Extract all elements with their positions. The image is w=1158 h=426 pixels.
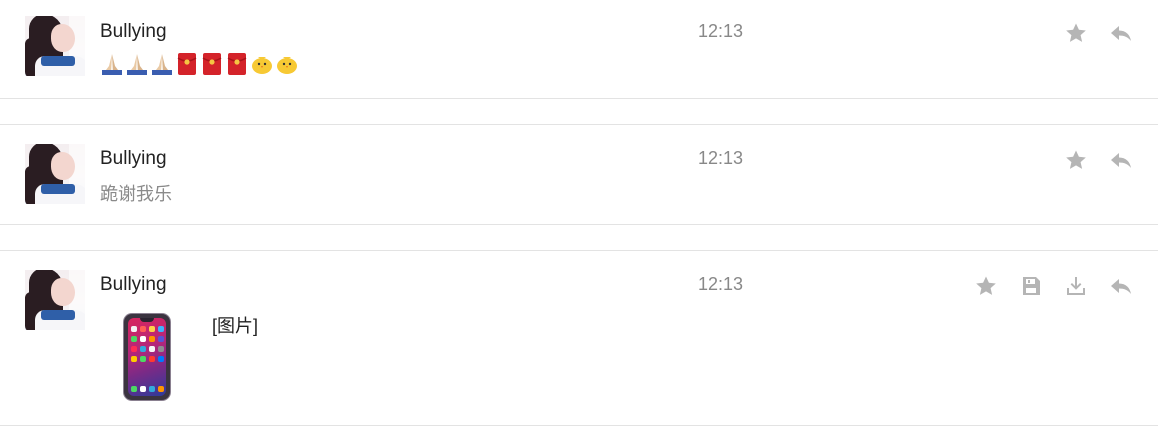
message-item: Bullying 12:13 跪谢我乐 [0,124,1158,224]
dock-icon [131,386,137,392]
save-icon [1023,277,1040,295]
avatar-collar [41,184,75,194]
download-button[interactable] [1064,274,1088,298]
star-button[interactable] [1064,21,1088,45]
reply-icon [1111,26,1131,41]
app-icon [131,336,137,342]
phone-screen [128,318,166,396]
reply-icon [1111,279,1131,294]
sender-name[interactable]: Bullying [100,21,167,43]
app-icon [158,336,164,342]
app-icon [131,346,137,352]
avatar-face [51,152,75,180]
app-icon [149,346,155,352]
avatar[interactable] [25,16,85,76]
sender-name[interactable]: Bullying [100,148,167,170]
app-icon [131,356,137,362]
message-actions [1064,21,1133,45]
chick-emoji-icon [277,57,297,74]
app-icon [158,356,164,362]
reply-icon [1111,153,1131,168]
app-icon [149,326,155,332]
star-button[interactable] [1064,148,1088,172]
image-thumbnail[interactable] [124,314,170,400]
reply-button[interactable] [1109,21,1133,45]
app-icon [158,346,164,352]
avatar-face [51,24,75,52]
avatar[interactable] [25,144,85,204]
avatar-face [51,278,75,306]
chick-emoji-icon [252,57,272,74]
red-envelope-emoji-icon [202,53,222,75]
star-button[interactable] [974,274,998,298]
save-button[interactable] [1019,274,1043,298]
star-icon [1066,150,1086,169]
app-icon [140,346,146,352]
message-actions [1064,148,1133,172]
sender-name[interactable]: Bullying [100,274,167,296]
avatar-collar [41,310,75,320]
message-time: 12:13 [698,274,744,294]
message-item: Bullying 12:13 [0,0,1158,98]
red-envelope-emoji-icon [177,53,197,75]
star-icon [976,276,996,295]
app-icon [149,356,155,362]
app-icon [131,326,137,332]
app-icon [149,336,155,342]
image-label: [图片] [212,316,259,336]
app-icon [140,326,146,332]
phone-notch [140,318,154,322]
dock-icon [158,386,164,392]
app-icon [140,356,146,362]
reply-button[interactable] [1109,148,1133,172]
pray-emoji-icon [102,54,122,75]
reply-button[interactable] [1109,274,1133,298]
app-icon [158,326,164,332]
message-time: 12:13 [698,21,744,41]
red-envelope-emoji-icon [227,53,247,75]
message-time: 12:13 [698,148,744,168]
message-text: 跪谢我乐 [100,184,172,204]
message-item: Bullying 12:13 [图片] [0,250,1158,424]
dock-icon [149,386,155,392]
star-icon [1066,23,1086,42]
divider [0,98,1158,99]
avatar-collar [41,56,75,66]
app-icon [140,336,146,342]
divider [0,224,1158,225]
pray-emoji-icon [152,54,172,75]
message-actions [974,274,1133,298]
download-icon [1067,277,1085,295]
dock-icon [140,386,146,392]
pray-emoji-icon [127,54,147,75]
emoji-content [100,52,299,76]
avatar[interactable] [25,270,85,330]
